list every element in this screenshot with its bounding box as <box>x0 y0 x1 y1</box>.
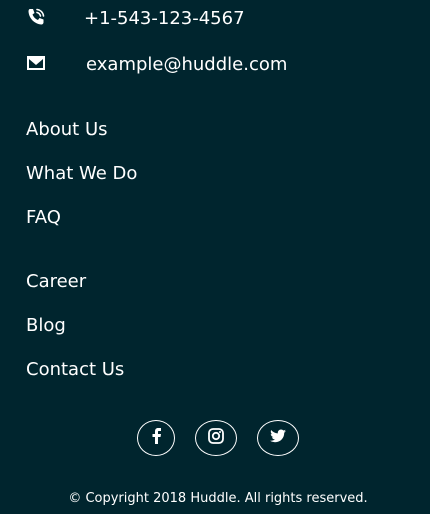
copyright-text: © Copyright 2018 Huddle. All rights rese… <box>68 491 368 506</box>
email-link[interactable]: example@huddle.com <box>86 56 287 74</box>
instagram-button[interactable] <box>195 420 237 456</box>
nav-link-faq[interactable]: FAQ <box>26 209 61 227</box>
phone-row: +1-543-123-4567 <box>26 7 245 28</box>
phone-icon <box>26 7 46 27</box>
nav-link-blog[interactable]: Blog <box>26 317 66 335</box>
twitter-icon <box>269 429 287 448</box>
nav-link-career[interactable]: Career <box>26 273 86 291</box>
email-row: example@huddle.com <box>26 53 287 74</box>
phone-link[interactable]: +1-543-123-4567 <box>84 10 245 28</box>
facebook-icon <box>149 427 163 449</box>
nav-link-what-we-do[interactable]: What We Do <box>26 165 137 183</box>
nav-link-contact-us[interactable]: Contact Us <box>26 361 124 379</box>
facebook-button[interactable] <box>137 420 175 456</box>
twitter-button[interactable] <box>257 420 299 456</box>
instagram-icon <box>208 428 224 448</box>
mail-icon <box>26 53 46 73</box>
nav-link-about-us[interactable]: About Us <box>26 121 108 139</box>
